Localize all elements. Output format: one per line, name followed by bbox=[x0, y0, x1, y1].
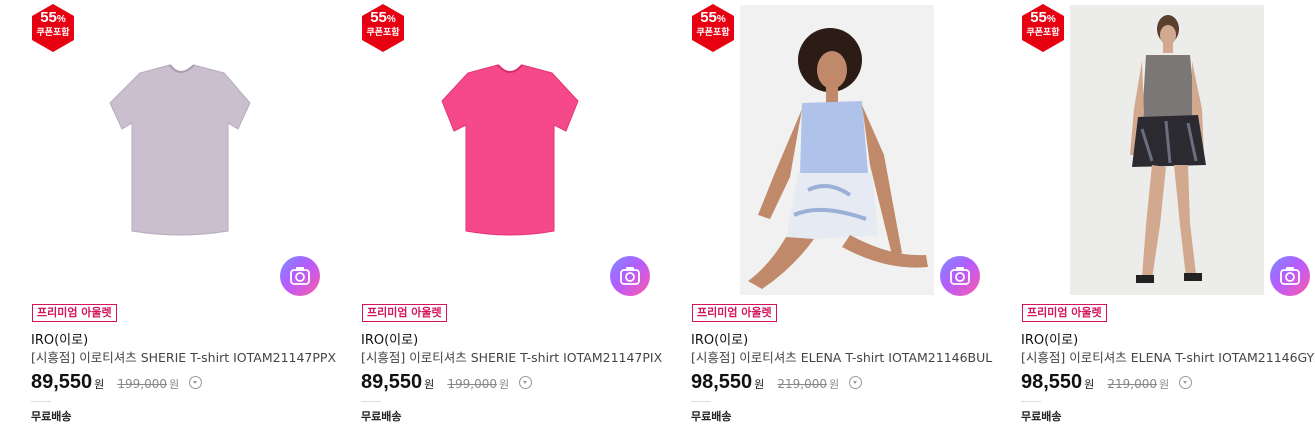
price-info-icon[interactable] bbox=[189, 376, 203, 389]
product-title[interactable]: [시흥점] 이로티셔츠 SHERIE T-shirt IOTAM21147PPX bbox=[31, 347, 336, 366]
divider bbox=[691, 401, 711, 402]
price-info-icon[interactable] bbox=[1179, 376, 1193, 389]
premium-outlet-tag: 프리미엄 아울렛 bbox=[32, 304, 117, 322]
product-card[interactable]: 55% 쿠폰포함 프리미엄 아울렛 IRO(이로) [시흥점] 이로티셔츠 SH… bbox=[360, 0, 662, 441]
sale-price: 98,550 bbox=[691, 371, 753, 393]
camera-icon bbox=[290, 267, 310, 285]
discount-badge: 55% 쿠폰포함 bbox=[1022, 4, 1064, 52]
brand-name[interactable]: IRO(이로) bbox=[1021, 329, 1078, 348]
product-title[interactable]: [시흥점] 이로티셔츠 ELENA T-shirt IOTAM21146GYX bbox=[1021, 347, 1315, 366]
divider bbox=[361, 401, 381, 402]
product-title[interactable]: [시흥점] 이로티셔츠 SHERIE T-shirt IOTAM21147PIX bbox=[361, 347, 662, 366]
price-info-icon[interactable] bbox=[849, 376, 863, 389]
discount-badge: 55% 쿠폰포함 bbox=[692, 4, 734, 52]
price-row: 89,550 원 199,000 원 bbox=[31, 371, 203, 394]
price-row: 98,550 원 219,000 원 bbox=[691, 371, 863, 394]
original-price: 219,000 bbox=[1107, 377, 1158, 391]
premium-outlet-tag: 프리미엄 아울렛 bbox=[1022, 304, 1107, 322]
premium-outlet-tag: 프리미엄 아울렛 bbox=[692, 304, 777, 322]
brand-name[interactable]: IRO(이로) bbox=[361, 329, 418, 348]
product-card[interactable]: 55% 쿠폰포함 프리미엄 아울렛 IRO(이로) [시흥점] 이로티셔츠 SH… bbox=[30, 0, 336, 441]
pink-tshirt-image bbox=[441, 64, 579, 236]
product-image[interactable] bbox=[690, 5, 986, 295]
product-image[interactable] bbox=[30, 5, 326, 295]
original-price: 199,000 bbox=[447, 377, 498, 391]
image-search-button[interactable] bbox=[280, 256, 320, 296]
product-title[interactable]: [시흥점] 이로티셔츠 ELENA T-shirt IOTAM21146BUL bbox=[691, 347, 992, 366]
product-image[interactable] bbox=[360, 5, 656, 295]
discount-badge: 55% 쿠폰포함 bbox=[362, 4, 404, 52]
product-card[interactable]: 55% 쿠폰포함 프리미엄 아울렛 IRO(이로) [시흥점] 이로티셔츠 EL… bbox=[690, 0, 992, 441]
shipping-label: 무료배송 bbox=[1021, 410, 1062, 423]
price-row: 89,550 원 199,000 원 bbox=[361, 371, 533, 394]
product-image[interactable] bbox=[1020, 5, 1315, 295]
camera-icon bbox=[1280, 267, 1300, 285]
shipping-label: 무료배송 bbox=[691, 410, 732, 423]
sale-price: 89,550 bbox=[31, 371, 93, 393]
premium-outlet-tag: 프리미엄 아울렛 bbox=[362, 304, 447, 322]
image-search-button[interactable] bbox=[940, 256, 980, 296]
model-grey-top-image bbox=[1070, 5, 1264, 295]
price-info-icon[interactable] bbox=[519, 376, 533, 389]
shipping-label: 무료배송 bbox=[31, 410, 72, 423]
original-price: 199,000 bbox=[117, 377, 168, 391]
divider bbox=[1021, 401, 1041, 402]
price-row: 98,550 원 219,000 원 bbox=[1021, 371, 1193, 394]
divider bbox=[31, 401, 51, 402]
brand-name[interactable]: IRO(이로) bbox=[691, 329, 748, 348]
image-search-button[interactable] bbox=[1270, 256, 1310, 296]
shipping-label: 무료배송 bbox=[361, 410, 402, 423]
brand-name[interactable]: IRO(이로) bbox=[31, 329, 88, 348]
model-blue-top-image bbox=[740, 5, 934, 295]
image-search-button[interactable] bbox=[610, 256, 650, 296]
camera-icon bbox=[620, 267, 640, 285]
camera-icon bbox=[950, 267, 970, 285]
sale-price: 89,550 bbox=[361, 371, 423, 393]
lavender-tshirt-image bbox=[109, 64, 251, 236]
sale-price: 98,550 bbox=[1021, 371, 1083, 393]
product-card[interactable]: 55% 쿠폰포함 프리미엄 아울렛 IRO(이로) [시흥점] 이로티셔츠 EL… bbox=[1020, 0, 1315, 441]
original-price: 219,000 bbox=[777, 377, 828, 391]
discount-badge: 55% 쿠폰포함 bbox=[32, 4, 74, 52]
